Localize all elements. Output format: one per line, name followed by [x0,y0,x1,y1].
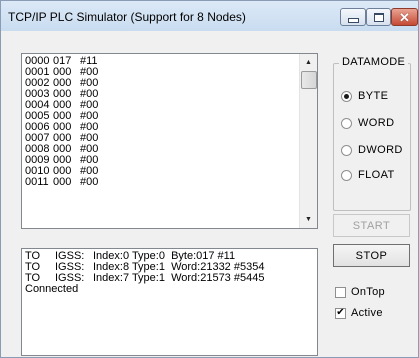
radio-word-indicator[interactable] [341,117,352,129]
active-label: Active [351,307,383,319]
stop-button[interactable]: STOP [333,244,410,267]
ontop-label: OnTop [351,286,385,298]
log-listbox[interactable]: TO IGSS: Index:0 Type:0 Byte:017 #11 TO IGSS… [21,248,318,356]
radio-byte-label: BYTE [358,90,389,102]
maximize-button[interactable] [366,8,391,26]
radio-dword[interactable]: DWORD [341,144,403,156]
log-row[interactable]: Connected [25,284,264,295]
radio-float-indicator[interactable] [341,169,352,181]
radio-float-label: FLOAT [358,169,395,181]
radio-dword-indicator[interactable] [341,144,352,156]
window-title: TCP/IP PLC Simulator (Support for 8 Node… [8,10,246,24]
ontop-check-box[interactable] [335,286,346,298]
maximize-icon [373,12,384,22]
close-button[interactable]: ✕ [391,8,418,26]
datamode-groupbox [333,63,411,211]
memory-scrollbar[interactable]: ▲ ▼ [299,54,317,228]
memory-row[interactable]: 0011 000 #00 [25,177,98,188]
ontop-checkbox[interactable]: OnTop [335,286,385,298]
start-button[interactable]: START [333,214,410,237]
memory-rows: 0000 017 #11 0001 000 #00 0002 000 #00 0003 000 #00… [25,56,98,188]
minimize-icon [347,17,359,23]
radio-word-label: WORD [358,117,395,129]
memory-value: 000 [53,176,72,188]
active-checkbox[interactable]: ✔ Active [335,307,383,319]
memory-hex: #00 [80,176,99,188]
datamode-label: DATAMODE [339,56,409,68]
memory-listbox[interactable]: 0000 017 #11 0001 000 #00 0002 000 #00 0003 000 #00… [21,53,318,229]
log-direction: Connected [25,283,79,295]
memory-address: 0011 [25,176,49,188]
scroll-down-arrow-icon[interactable]: ▼ [300,211,317,228]
scroll-thumb[interactable] [301,71,317,89]
radio-byte[interactable]: BYTE [341,90,388,102]
log-rows: TO IGSS: Index:0 Type:0 Byte:017 #11 TO IGSS… [25,251,264,295]
minimize-button[interactable] [340,8,366,26]
radio-dword-label: DWORD [358,144,403,156]
radio-byte-indicator[interactable] [341,90,352,102]
title-bar[interactable]: TCP/IP PLC Simulator (Support for 8 Node… [1,1,418,31]
log-text: Index:7 Type:1 Word:21573 #5445 [93,272,265,284]
scroll-up-arrow-icon[interactable]: ▲ [300,54,317,71]
radio-float[interactable]: FLOAT [341,169,395,181]
active-check-box[interactable]: ✔ [335,307,346,319]
close-icon: ✕ [399,9,410,25]
radio-word[interactable]: WORD [341,117,394,129]
